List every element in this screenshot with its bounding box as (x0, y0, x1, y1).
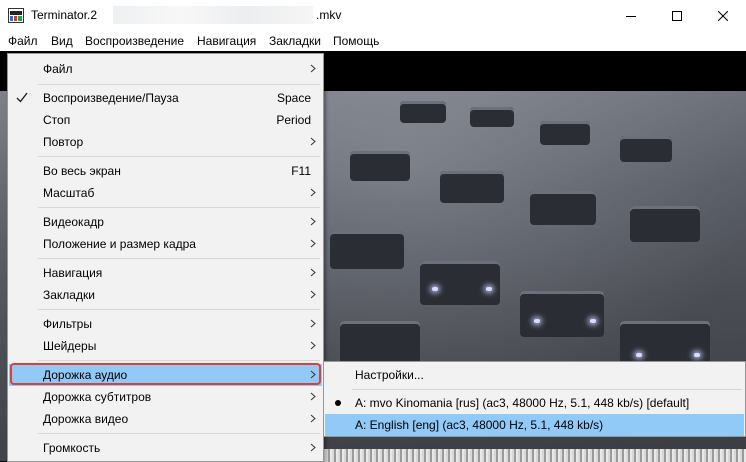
menubar-bookmarks[interactable]: Закладки (269, 34, 321, 48)
chevron-right-icon (310, 319, 316, 328)
menu-separator (38, 207, 320, 208)
menu-item-play-pause[interactable]: Воспроизведение/Пауза Space (9, 87, 322, 109)
menu-item-file[interactable]: Файл (9, 58, 322, 80)
maximize-icon (672, 10, 682, 21)
menu-item-label: Дорожка субтитров (43, 390, 152, 404)
chevron-right-icon (310, 414, 316, 423)
menu-separator (352, 389, 742, 390)
menubar-file[interactable]: Файл (8, 34, 38, 48)
menu-item-shortcut: Period (276, 113, 311, 127)
context-menu: Файл Воспроизведение/Пауза Space Стоп Pe… (7, 53, 324, 462)
submenu-item-audio-eng[interactable]: A: English [eng] (ac3, 48000 Hz, 5.1, 44… (325, 414, 744, 436)
menu-separator (38, 360, 320, 361)
minimize-button[interactable] (608, 0, 654, 31)
menu-item-video-frame[interactable]: Видеокадр (9, 211, 322, 233)
menubar-navigation[interactable]: Навигация (197, 34, 256, 48)
menu-item-label: Воспроизведение/Пауза (43, 91, 179, 105)
app-icon[interactable] (8, 8, 24, 23)
menu-separator (38, 258, 320, 259)
chevron-right-icon (310, 64, 316, 73)
menu-item-label: Файл (43, 62, 73, 76)
menu-item-shaders[interactable]: Шейдеры (9, 335, 322, 357)
menu-item-stop[interactable]: Стоп Period (9, 109, 322, 131)
chevron-right-icon (310, 239, 316, 248)
menu-item-subtitle-track[interactable]: Дорожка субтитров (9, 386, 322, 408)
checkmark-icon (16, 92, 28, 103)
menu-item-scale[interactable]: Масштаб (9, 182, 322, 204)
minimize-icon (626, 15, 636, 17)
chevron-right-icon (310, 341, 316, 350)
menu-item-shortcut: F11 (291, 164, 311, 178)
menu-item-repeat[interactable]: Повтор (9, 131, 322, 153)
radio-dot-icon (335, 400, 341, 406)
chevron-right-icon (310, 392, 316, 401)
menu-item-shortcut: Space (276, 91, 311, 105)
chevron-right-icon (310, 217, 316, 226)
menu-item-label: Навигация (43, 266, 103, 280)
menu-item-label: Видеокадр (43, 215, 104, 229)
chevron-right-icon (310, 443, 316, 452)
menu-item-label: Фильтры (43, 317, 92, 331)
menu-separator (38, 84, 320, 85)
seek-bar[interactable] (320, 449, 746, 462)
chevron-right-icon (310, 268, 316, 277)
title-bar: Terminator.2 .mkv (0, 0, 746, 31)
menu-item-label: Масштаб (43, 186, 95, 200)
close-button[interactable] (700, 0, 746, 31)
menu-item-label: Положение и размер кадра (43, 237, 196, 251)
close-icon (718, 10, 728, 21)
menu-separator (38, 156, 320, 157)
chevron-right-icon (310, 137, 316, 146)
highlight-outline (10, 363, 321, 385)
submenu-item-label: A: English [eng] (ac3, 48000 Hz, 5.1, 44… (355, 418, 604, 432)
menubar-help[interactable]: Помощь (333, 34, 379, 48)
submenu-item-label: A: mvo Kinomania [rus] (ac3, 48000 Hz, 5… (355, 396, 690, 410)
menu-item-label: Стоп (43, 113, 71, 127)
menu-item-label: Повтор (43, 135, 84, 149)
menu-item-bookmarks[interactable]: Закладки (9, 284, 322, 306)
title-redaction (113, 6, 313, 24)
chevron-right-icon (310, 290, 316, 299)
menu-item-label: Громкость (43, 441, 101, 455)
menu-item-volume[interactable]: Громкость (9, 437, 322, 459)
menu-item-filters[interactable]: Фильтры (9, 313, 322, 335)
submenu-item-settings[interactable]: Настройки... (325, 364, 744, 386)
menu-item-label: Дорожка видео (43, 412, 129, 426)
menu-item-label: Во весь экран (43, 164, 121, 178)
menu-item-label: Закладки (43, 288, 95, 302)
menu-separator (38, 433, 320, 434)
menu-item-label: Шейдеры (43, 339, 97, 353)
menubar-playback[interactable]: Воспроизведение (85, 34, 184, 48)
submenu-item-audio-rus[interactable]: A: mvo Kinomania [rus] (ac3, 48000 Hz, 5… (325, 392, 744, 414)
menu-item-fullscreen[interactable]: Во весь экран F11 (9, 160, 322, 182)
menu-bar: Файл Вид Воспроизведение Навигация Закла… (0, 31, 746, 51)
menu-item-video-track[interactable]: Дорожка видео (9, 408, 322, 430)
menu-separator (38, 309, 320, 310)
menu-item-frame-position[interactable]: Положение и размер кадра (9, 233, 322, 255)
chevron-right-icon (310, 188, 316, 197)
menu-item-navigation[interactable]: Навигация (9, 262, 322, 284)
submenu-item-label: Настройки... (355, 368, 424, 382)
window-title: Terminator.2 (31, 8, 98, 22)
maximize-button[interactable] (654, 0, 700, 31)
window-title-extension: .mkv (316, 8, 342, 22)
audio-track-submenu: Настройки... A: mvo Kinomania [rus] (ac3… (323, 361, 746, 437)
menubar-view[interactable]: Вид (51, 34, 73, 48)
